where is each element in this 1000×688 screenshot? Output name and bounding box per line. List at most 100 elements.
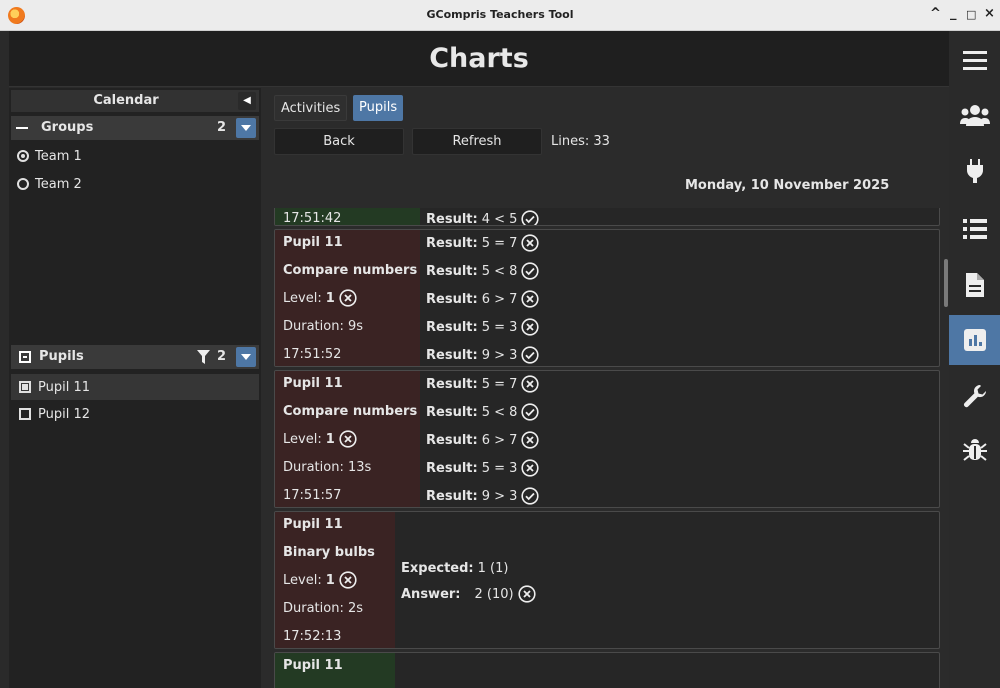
window-title: GCompris Teachers Tool [426, 8, 574, 21]
pupils-dropdown-button[interactable] [236, 347, 256, 367]
window-shade-button[interactable]: ^ [930, 6, 941, 21]
checkbox-checked-icon[interactable] [19, 381, 31, 393]
list-icon [962, 219, 987, 239]
card-activity: Compare numbers [283, 404, 418, 419]
result-value: 5 < 8 [481, 263, 518, 279]
result-value: 6 > 7 [481, 291, 518, 307]
result-label: Result: [426, 211, 478, 226]
result-row: Result: 9 > 3 [426, 487, 540, 505]
date-label: Monday, 10 November 2025 [685, 178, 890, 193]
expected-row: Expected: 1 (1) [401, 561, 508, 576]
groups-header: Groups 2 [11, 116, 259, 140]
pupil-item-label: Pupil 11 [38, 379, 90, 395]
group-item-label: Team 2 [35, 176, 82, 192]
result-value: 5 < 8 [481, 404, 518, 420]
result-card: Pupil 11 Binary bulbs Level: 1 Duration:… [274, 511, 940, 649]
window-minimize-button[interactable]: _ [950, 6, 957, 21]
group-item-team-2[interactable]: Team 2 [17, 173, 82, 195]
card-activity: Binary bulbs [283, 545, 375, 560]
check-circle-icon [521, 403, 540, 421]
back-button[interactable]: Back [274, 128, 404, 155]
result-label: Result: [426, 291, 478, 307]
groups-dropdown-button[interactable] [236, 118, 256, 138]
nav-rail [949, 31, 1000, 688]
card-duration: Duration: 9s [283, 319, 364, 334]
groups-count: 2 [217, 120, 227, 135]
collapse-icon[interactable] [16, 127, 28, 129]
card-duration: Duration: 2s [283, 601, 364, 616]
nav-plugins-button[interactable] [949, 146, 1000, 196]
results-scrollbar[interactable] [944, 259, 948, 307]
pupils-count: 2 [217, 349, 227, 364]
nav-documents-button[interactable] [949, 260, 1000, 310]
result-label: Result: [426, 376, 478, 392]
nav-charts-button[interactable] [949, 315, 1000, 365]
result-row: Result: 6 > 7 [426, 431, 540, 449]
group-item-team-1[interactable]: Team 1 [17, 145, 82, 167]
calendar-collapse-button[interactable]: ◀ [238, 92, 256, 110]
result-row: Result: 5 < 8 [426, 262, 540, 280]
wrench-icon [963, 384, 986, 408]
calendar-header[interactable]: Calendar ◀ [11, 90, 259, 112]
result-value: 9 > 3 [481, 347, 518, 363]
users-icon [959, 105, 990, 126]
x-circle-icon [521, 318, 540, 336]
card-pupil: Pupil 11 [283, 517, 343, 532]
result-row: Result: 5 = 3 [426, 318, 540, 336]
plugin-icon [966, 159, 983, 183]
filter-icon[interactable] [197, 350, 210, 364]
window-maximize-button[interactable]: □ [966, 8, 976, 21]
radio-selected-icon[interactable] [17, 150, 29, 162]
result-label: Result: [426, 235, 478, 251]
check-circle-icon [521, 262, 540, 280]
pupils-label: Pupils [39, 349, 84, 364]
result-label: Result: [426, 263, 478, 279]
pupils-header: Pupils 2 [11, 345, 259, 369]
x-circle-icon [339, 289, 357, 307]
result-value: 9 > 3 [481, 488, 518, 504]
level-label: Level: [283, 431, 322, 447]
window-close-button[interactable]: × [984, 6, 995, 21]
menu-icon [962, 51, 987, 70]
x-circle-icon [521, 234, 540, 252]
pupil-item-11[interactable]: Pupil 11 [11, 374, 259, 400]
checkbox-unchecked-icon[interactable] [19, 408, 31, 420]
menu-button[interactable] [949, 35, 1000, 85]
result-value: 6 > 7 [481, 432, 518, 448]
result-row: Result: 5 < 8 [426, 403, 540, 421]
nav-settings-button[interactable] [949, 371, 1000, 421]
card-pupil: Pupil 11 [283, 658, 343, 673]
nav-list-button[interactable] [949, 204, 1000, 254]
card-time: 17:51:57 [283, 488, 342, 503]
radio-unselected-icon[interactable] [17, 178, 29, 190]
group-item-label: Team 1 [35, 148, 82, 164]
check-circle-icon [521, 487, 540, 505]
result-value: 5 = 7 [481, 235, 518, 251]
tab-activities[interactable]: Activities [274, 95, 348, 121]
check-circle-icon [521, 346, 540, 364]
card-time: 17:52:13 [283, 629, 342, 644]
x-circle-icon [517, 585, 536, 603]
result-row: Result: 5 = 7 [426, 234, 540, 252]
app-window: Charts Calendar ◀ Groups 2 Team 1 Team 2… [9, 31, 1000, 688]
level-label: Level: [283, 572, 322, 588]
result-row: Result: 4 < 5 [426, 210, 540, 226]
result-row: Result: 6 > 7 [426, 290, 540, 308]
pupil-item-12[interactable]: Pupil 12 [11, 401, 259, 427]
answer-row: Answer: 2 (10) [401, 585, 536, 603]
card-time: 17:51:52 [283, 347, 342, 362]
nav-debug-button[interactable] [949, 426, 1000, 476]
result-label: Result: [426, 432, 478, 448]
tab-pupils[interactable]: Pupils [353, 95, 404, 121]
collapse-icon[interactable] [19, 351, 31, 363]
x-circle-icon [521, 431, 540, 449]
nav-users-button[interactable] [949, 90, 1000, 140]
results-list[interactable]: 17:51:42 Result: 4 < 5 Pupil 11 Compare … [274, 208, 949, 688]
result-row: Result: 9 > 3 [426, 346, 540, 364]
main-panel: Activities Pupils Back Refresh Lines: 33… [267, 88, 947, 688]
chart-icon [963, 329, 986, 351]
result-card: Pupil 11 [274, 652, 940, 688]
refresh-button[interactable]: Refresh [412, 128, 542, 155]
left-panel: Calendar ◀ Groups 2 Team 1 Team 2 Pupils… [9, 88, 261, 688]
result-label: Result: [426, 460, 478, 476]
